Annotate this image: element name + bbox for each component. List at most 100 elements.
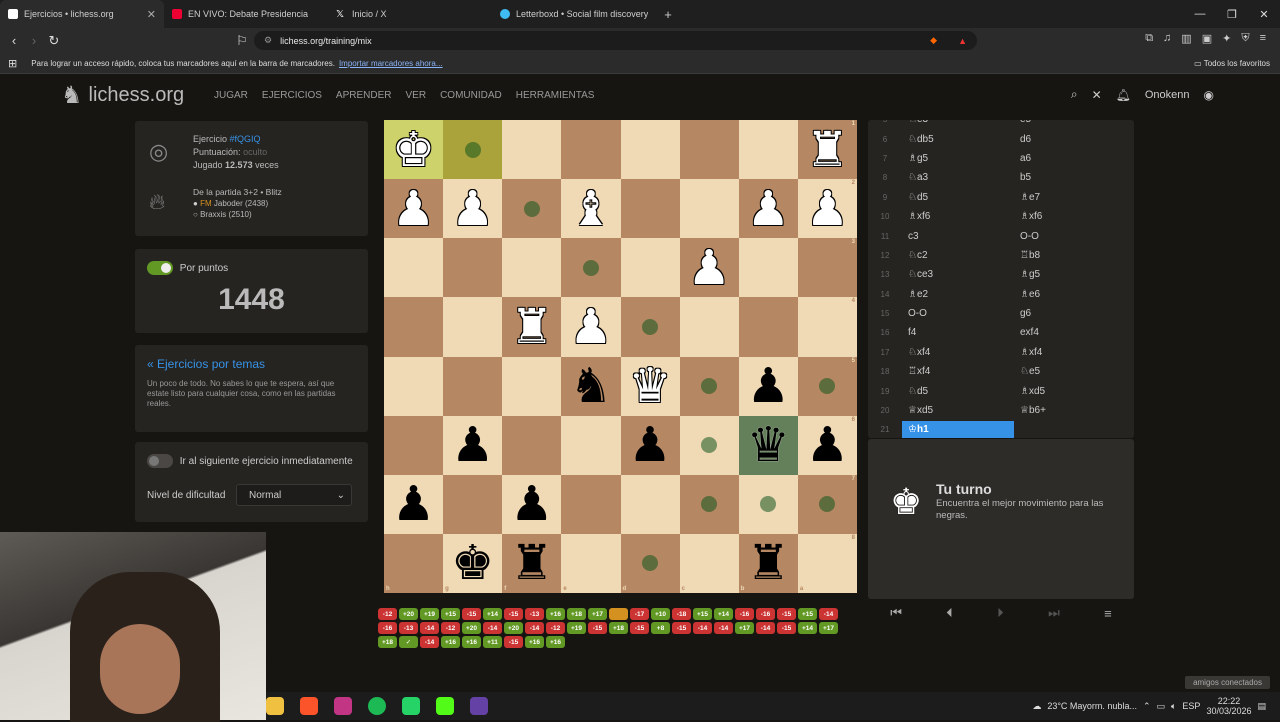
search-icon[interactable]: ⌕ [1071, 87, 1078, 102]
history-badge[interactable]: +16 [525, 636, 544, 648]
board-square[interactable] [502, 356, 562, 416]
media-icon[interactable]: ♫ [1163, 32, 1171, 45]
file-explorer-icon[interactable] [266, 697, 284, 715]
history-badge[interactable]: +20 [462, 622, 481, 634]
tray-up-icon[interactable]: ⌃ [1143, 701, 1151, 712]
board-square[interactable] [502, 415, 562, 475]
history-badge[interactable]: +17 [735, 622, 754, 634]
history-badge[interactable]: +20 [504, 622, 523, 634]
white-move[interactable]: ♗e2 [902, 289, 1014, 300]
history-badge[interactable]: +8 [651, 622, 670, 634]
next-move-icon[interactable]: ⏵ [997, 605, 1004, 621]
url-input[interactable]: ⚙ lichess.org/training/mix ◆ ▲ [254, 31, 977, 50]
restore-icon[interactable]: ❐ [1216, 0, 1248, 28]
black-move[interactable]: ♗e7 [1014, 192, 1126, 203]
history-badge[interactable]: -14 [483, 622, 502, 634]
board-square[interactable] [561, 238, 621, 298]
move-dot[interactable] [819, 496, 836, 513]
black-move[interactable]: ♖b8 [1014, 250, 1126, 261]
board-square[interactable]: ♜ 1 [797, 120, 857, 180]
history-badge[interactable]: -13 [399, 622, 418, 634]
board-square[interactable] [620, 238, 680, 298]
history-badge[interactable]: +14 [798, 622, 817, 634]
tools-icon[interactable]: ✕ [1092, 88, 1102, 102]
black-move[interactable]: exf4 [1014, 327, 1126, 338]
black-pawn-icon[interactable]: ♟ [806, 421, 849, 469]
move-dot[interactable] [819, 378, 836, 395]
close-icon[interactable]: ✕ [147, 8, 156, 21]
black-move[interactable]: ♕b6+ [1014, 405, 1126, 416]
white-move[interactable]: ♗g5 [902, 153, 1014, 164]
board-square-selected[interactable]: ♛ [738, 415, 798, 475]
nav-ver[interactable]: VER [406, 90, 427, 101]
new-tab-button[interactable]: + [656, 0, 680, 28]
history-badge[interactable] [609, 608, 628, 620]
menu-icon[interactable]: ≡ [1104, 606, 1112, 621]
themes-link[interactable]: « Ejercicios por temas [147, 357, 265, 371]
history-badge[interactable]: -15 [462, 608, 481, 620]
board-square[interactable]: ♞ [561, 356, 621, 416]
auto-next-toggle[interactable] [147, 454, 173, 468]
nav-aprender[interactable]: APRENDER [336, 90, 392, 101]
white-pawn-icon[interactable]: ♟ [451, 185, 494, 233]
history-badge[interactable]: -15 [588, 622, 607, 634]
sidebar-icon[interactable]: ▥ [1181, 32, 1191, 45]
board-square[interactable] [738, 120, 798, 180]
board-square[interactable]: ♟ 2 [797, 179, 857, 239]
board-square[interactable] [384, 415, 444, 475]
history-badge[interactable]: +11 [483, 636, 502, 648]
network-icon[interactable]: ▭ [1157, 701, 1166, 712]
board-square[interactable]: ♟ [738, 356, 798, 416]
board-square[interactable] [679, 356, 739, 416]
language-indicator[interactable]: ESP [1182, 701, 1200, 711]
black-move[interactable]: b5 [1014, 172, 1126, 183]
black-pawn-icon[interactable]: ♟ [451, 421, 494, 469]
brave-icon[interactable] [300, 697, 318, 715]
history-badge[interactable]: +19 [420, 608, 439, 620]
black-move[interactable]: ♘e5 [1014, 366, 1126, 377]
weather-text[interactable]: 23°C Mayorm. nubla... [1047, 701, 1137, 711]
move-dot[interactable] [642, 555, 659, 572]
board-square[interactable]: ♟ [443, 179, 503, 239]
history-badge[interactable]: +20 [399, 608, 418, 620]
board-square[interactable]: ♟ [384, 474, 444, 534]
black-queen-icon[interactable]: ♛ [747, 421, 790, 469]
history-badge[interactable]: +14 [483, 608, 502, 620]
black-player-row[interactable]: ○ Braxxis (2510) [193, 209, 282, 220]
site-logo[interactable]: ♞ lichess.org [61, 81, 184, 110]
white-move[interactable]: f4 [902, 327, 1014, 338]
black-move[interactable]: ♗xd5 [1014, 386, 1126, 397]
nav-comunidad[interactable]: COMUNIDAD [440, 90, 502, 101]
history-badge[interactable]: -16 [378, 622, 397, 634]
white-move[interactable]: ♘xf4 [902, 347, 1014, 358]
move-dot[interactable] [582, 259, 599, 276]
board-square[interactable] [620, 120, 680, 180]
spotify-icon[interactable] [368, 697, 386, 715]
black-move[interactable]: g6 [1014, 308, 1126, 319]
history-badge[interactable]: +15 [798, 608, 817, 620]
board-square[interactable] [679, 474, 739, 534]
puzzle-id-link[interactable]: #fQGIQ [230, 134, 261, 144]
black-rook-icon[interactable]: ♜ [510, 539, 553, 587]
reload-icon[interactable]: ↻ [44, 33, 64, 49]
white-move[interactable]: O-O [902, 308, 1014, 319]
board-square[interactable] [738, 474, 798, 534]
board-square[interactable]: 8a [797, 533, 857, 593]
board-square[interactable] [502, 179, 562, 239]
board-square[interactable] [443, 120, 503, 180]
history-badge[interactable]: -15 [504, 608, 523, 620]
white-move[interactable]: ♘d5 [902, 192, 1014, 203]
white-king-icon[interactable]: ♚ [392, 126, 435, 174]
history-badge[interactable]: +16 [546, 636, 565, 648]
nav-herramientas[interactable]: HERRAMIENTAS [516, 90, 595, 101]
board-square[interactable]: ♝ [561, 179, 621, 239]
white-rook-icon[interactable]: ♜ [806, 126, 849, 174]
board-square[interactable]: ♜ f [502, 533, 562, 593]
board-square[interactable] [384, 238, 444, 298]
kick-icon[interactable] [436, 697, 454, 715]
history-badge[interactable]: +16 [441, 636, 460, 648]
import-bookmarks-link[interactable]: Importar marcadores ahora... [339, 59, 443, 68]
board-square[interactable] [561, 120, 621, 180]
white-move[interactable]: ♘a3 [902, 172, 1014, 183]
white-pawn-icon[interactable]: ♟ [569, 303, 612, 351]
